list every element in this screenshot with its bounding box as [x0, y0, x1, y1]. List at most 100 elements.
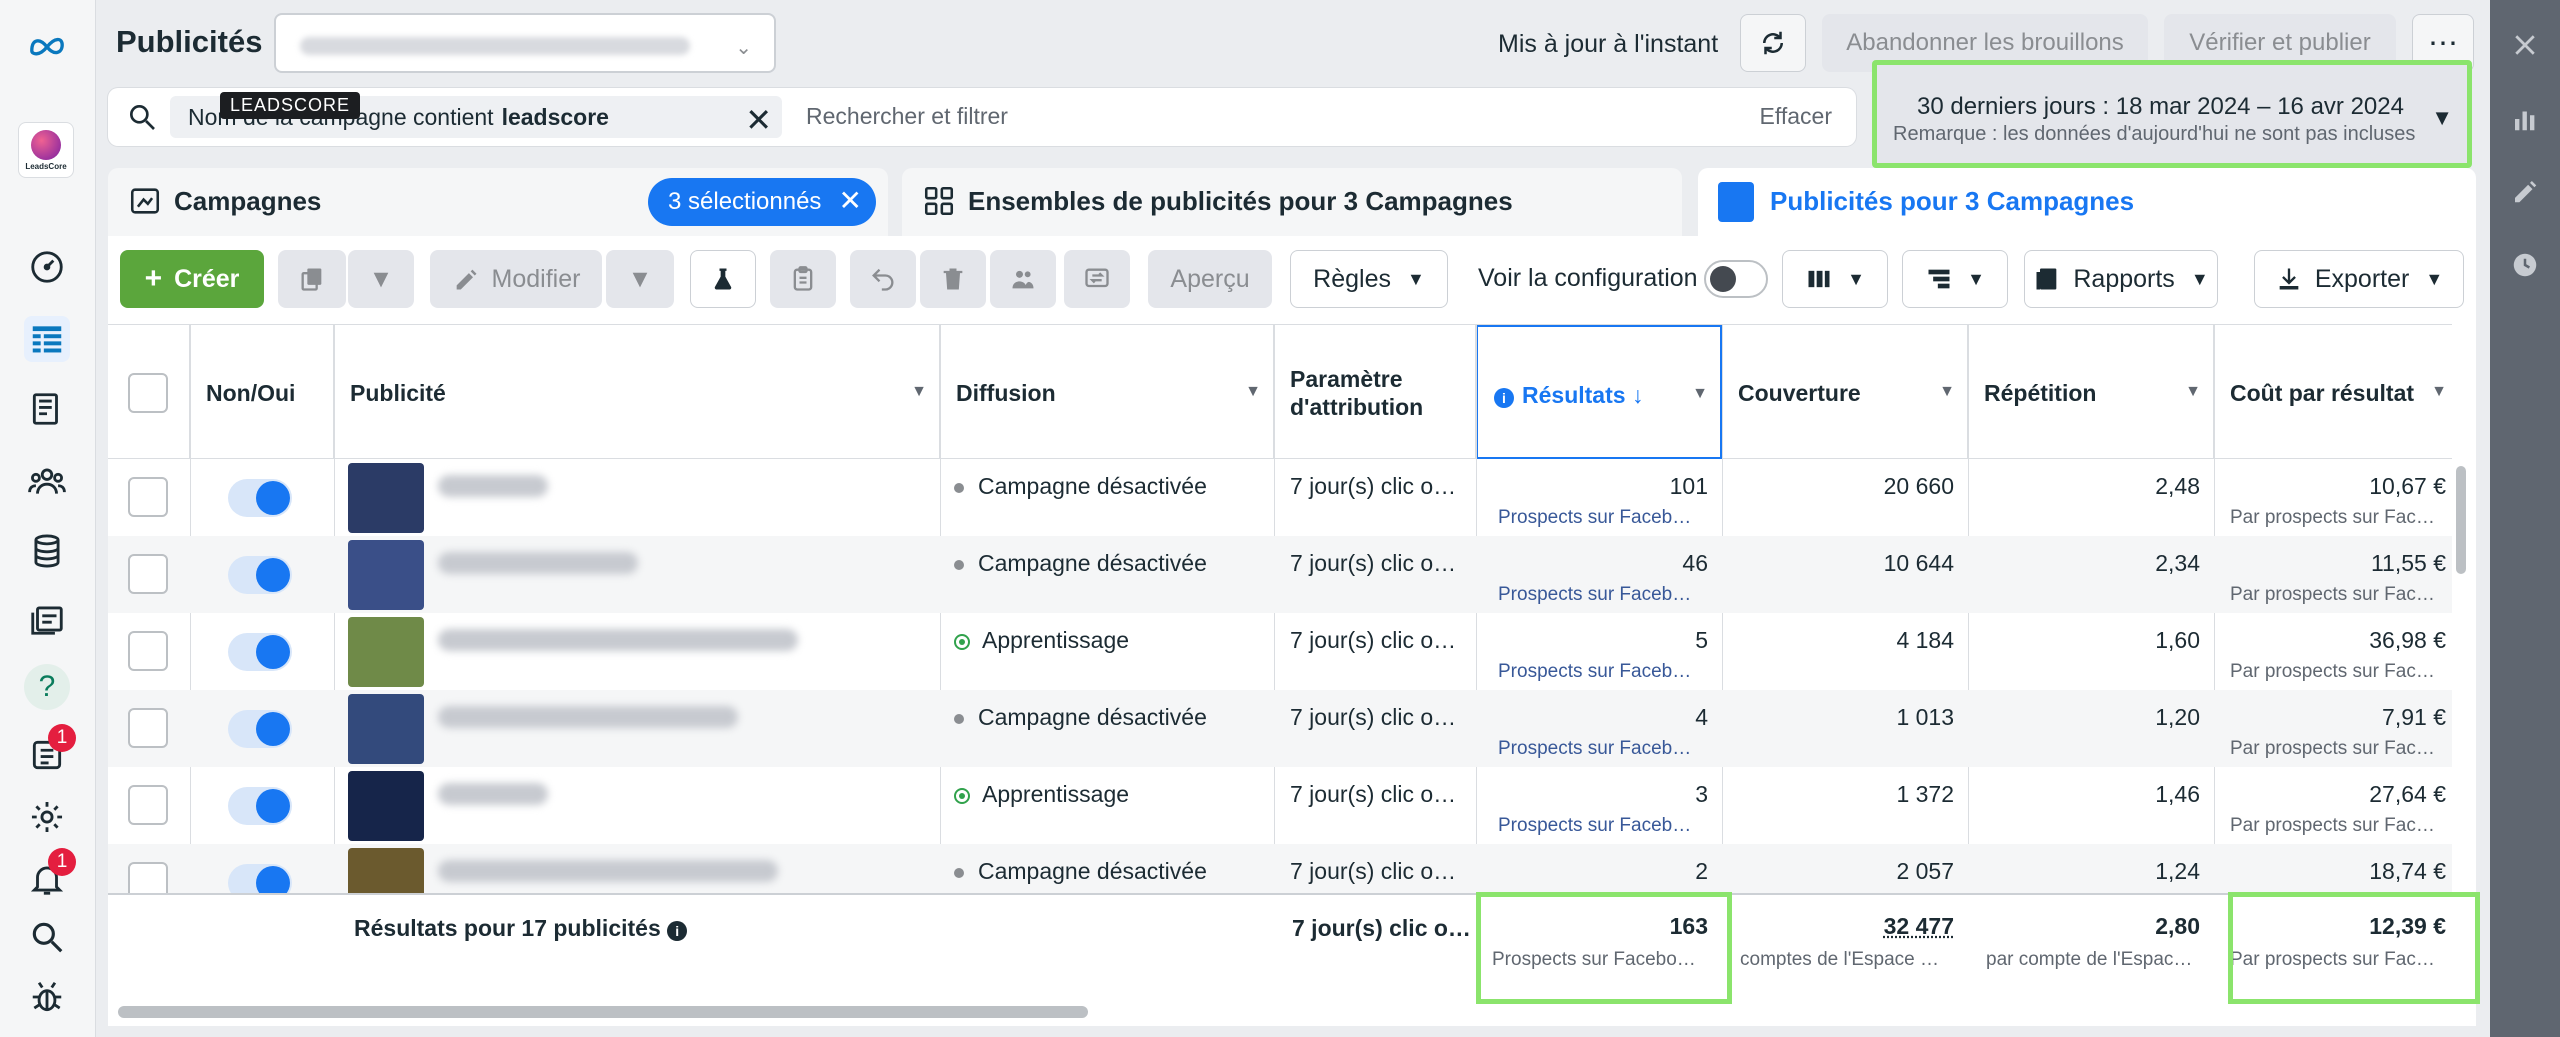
table-row[interactable]: Campagne désactivée 7 jour(s) clic o… 46 Pr…	[108, 536, 2452, 613]
ab-test-button[interactable]	[690, 250, 756, 308]
ads-manager-table-icon[interactable]	[24, 316, 70, 362]
footer-attribution: 7 jour(s) clic o…	[1292, 915, 1471, 941]
results-value: 3	[1695, 781, 1708, 807]
export-button[interactable]: Exporter ▼	[2254, 250, 2464, 308]
row-checkbox[interactable]	[128, 708, 168, 748]
tab-adsets[interactable]: Ensembles de publicités pour 3 Campagnes	[902, 168, 1682, 238]
config-toggle-label: Voir la configuration	[1478, 264, 1698, 292]
convert-button[interactable]	[1064, 250, 1130, 308]
clear-filters-link[interactable]: Effacer	[1760, 103, 1832, 130]
clipboard-button[interactable]	[770, 250, 836, 308]
blurred-ad-name	[438, 552, 638, 574]
header-results[interactable]: i Résultats ↓ ▼	[1476, 325, 1722, 459]
table-row[interactable]: Apprentissage 7 jour(s) clic o… 3 Prospects…	[108, 767, 2452, 844]
search-input[interactable]: Rechercher et filtrer	[806, 103, 1008, 130]
pages-icon[interactable]	[24, 386, 70, 432]
sort-caret-icon: ▼	[911, 383, 927, 400]
horizontal-scrollbar[interactable]	[118, 1006, 1088, 1018]
create-button[interactable]: + Créer	[120, 250, 264, 308]
ad-onoff-toggle[interactable]	[228, 556, 292, 594]
modify-dropdown-button[interactable]: ▼	[606, 250, 674, 308]
columns-button[interactable]: ▼	[1782, 250, 1888, 308]
header-onoff[interactable]: Non/Oui	[190, 325, 334, 459]
header-attribution-line1: Paramètre	[1290, 366, 1403, 392]
modify-label: Modifier	[491, 264, 581, 293]
date-range-picker[interactable]: 30 derniers jours : 18 mar 2024 – 16 avr…	[1872, 60, 2472, 168]
settings-gear-icon[interactable]	[24, 794, 70, 840]
campaign-folder-icon	[130, 188, 160, 214]
bar-chart-icon[interactable]	[2506, 100, 2544, 138]
duplicate-icon	[301, 268, 322, 291]
search-icon[interactable]	[24, 914, 70, 960]
search-filter-bar[interactable]: Nom de la campagne contient leadscore ✕ …	[108, 88, 1856, 146]
results-subtext[interactable]: Prospects sur Faceb…	[1498, 815, 1712, 837]
ad-onoff-toggle[interactable]	[228, 710, 292, 748]
meta-logo-icon[interactable]	[24, 22, 70, 68]
account-logo[interactable]: LeadsCore	[18, 122, 74, 178]
header-delivery[interactable]: Diffusion ▼	[940, 325, 1274, 459]
duplicate-dropdown-button[interactable]: ▼	[348, 250, 414, 308]
results-subtext[interactable]: Prospects sur Faceb…	[1498, 738, 1712, 760]
audience-button[interactable]	[990, 250, 1056, 308]
row-checkbox[interactable]	[128, 477, 168, 517]
table-row[interactable]: Campagne désactivée 7 jour(s) clic o… 4 Pro…	[108, 690, 2452, 767]
cpr-highlight	[2228, 892, 2480, 1004]
vertical-scrollbar[interactable]	[2456, 466, 2466, 574]
undo-button[interactable]	[850, 250, 916, 308]
help-icon[interactable]: ?	[24, 664, 70, 710]
create-label: Créer	[174, 264, 240, 293]
header-cpr[interactable]: Coût par résultat ▼	[2214, 325, 2452, 459]
table-row[interactable]: Apprentissage 7 jour(s) clic o… 5 Prospects…	[108, 613, 2452, 690]
ad-onoff-toggle[interactable]	[228, 633, 292, 671]
ad-account-selector[interactable]: ⌄	[274, 13, 776, 73]
bell-icon[interactable]: 1	[24, 848, 76, 902]
rules-button[interactable]: Règles ▼	[1290, 250, 1448, 308]
results-subtext[interactable]: Prospects sur Faceb…	[1498, 584, 1712, 606]
ad-thumbnail	[348, 617, 424, 687]
delivery-text: Campagne désactivée	[978, 858, 1207, 884]
row-checkbox[interactable]	[128, 554, 168, 594]
results-value: 101	[1669, 473, 1708, 499]
delivery-text: Apprentissage	[982, 781, 1130, 807]
catalog-icon[interactable]	[24, 596, 70, 642]
reports-button[interactable]: Rapports ▼	[2024, 250, 2218, 308]
dashboard-gauge-icon[interactable]	[24, 244, 70, 290]
ads-icon	[1718, 182, 1754, 222]
row-checkbox[interactable]	[128, 785, 168, 825]
header-reach[interactable]: Couverture ▼	[1722, 325, 1968, 459]
ad-onoff-toggle[interactable]	[228, 479, 292, 517]
results-value: 2	[1695, 858, 1708, 884]
delete-button[interactable]	[920, 250, 986, 308]
table-row[interactable]: Campagne désactivée 7 jour(s) clic o… 101 P…	[108, 459, 2452, 536]
notifications-list-icon[interactable]: 1	[24, 724, 76, 778]
delivery-text: Campagne désactivée	[978, 473, 1207, 499]
billing-coins-icon[interactable]	[24, 528, 70, 574]
refresh-button[interactable]	[1740, 14, 1806, 72]
header-attribution[interactable]: Paramètre d'attribution	[1274, 325, 1476, 459]
preview-button[interactable]: Aperçu	[1148, 250, 1272, 308]
audiences-icon[interactable]	[24, 458, 70, 504]
tab-campaigns[interactable]: Campagnes 3 sélectionnés ✕	[108, 168, 888, 238]
chevron-down-icon: ⌄	[735, 37, 752, 59]
close-icon[interactable]	[2506, 26, 2544, 64]
results-subtext[interactable]: Prospects sur Faceb…	[1498, 507, 1712, 529]
modify-button[interactable]: Modifier	[430, 250, 602, 308]
config-toggle[interactable]	[1704, 260, 1768, 298]
clear-selection-icon[interactable]: ✕	[839, 184, 862, 217]
select-all-checkbox[interactable]	[128, 373, 168, 413]
header-ad[interactable]: Publicité ▼	[334, 325, 940, 459]
history-clock-icon[interactable]	[2506, 246, 2544, 284]
ad-onoff-toggle[interactable]	[228, 787, 292, 825]
bug-report-icon[interactable]	[24, 974, 70, 1020]
row-checkbox[interactable]	[128, 631, 168, 671]
results-subtext[interactable]: Prospects sur Faceb…	[1498, 661, 1712, 683]
learning-status-icon	[954, 633, 970, 650]
header-frequency[interactable]: Répétition ▼	[1968, 325, 2214, 459]
edit-pencil-icon[interactable]	[2506, 172, 2544, 210]
remove-filter-icon[interactable]: ✕	[745, 101, 772, 139]
breakdown-button[interactable]: ▼	[1902, 250, 2008, 308]
tab-ads[interactable]: Publicités pour 3 Campagnes	[1698, 168, 2476, 238]
selected-count-pill[interactable]: 3 sélectionnés ✕	[648, 178, 876, 226]
duplicate-button[interactable]	[278, 250, 346, 308]
logo-word: LeadsCore	[25, 161, 67, 171]
